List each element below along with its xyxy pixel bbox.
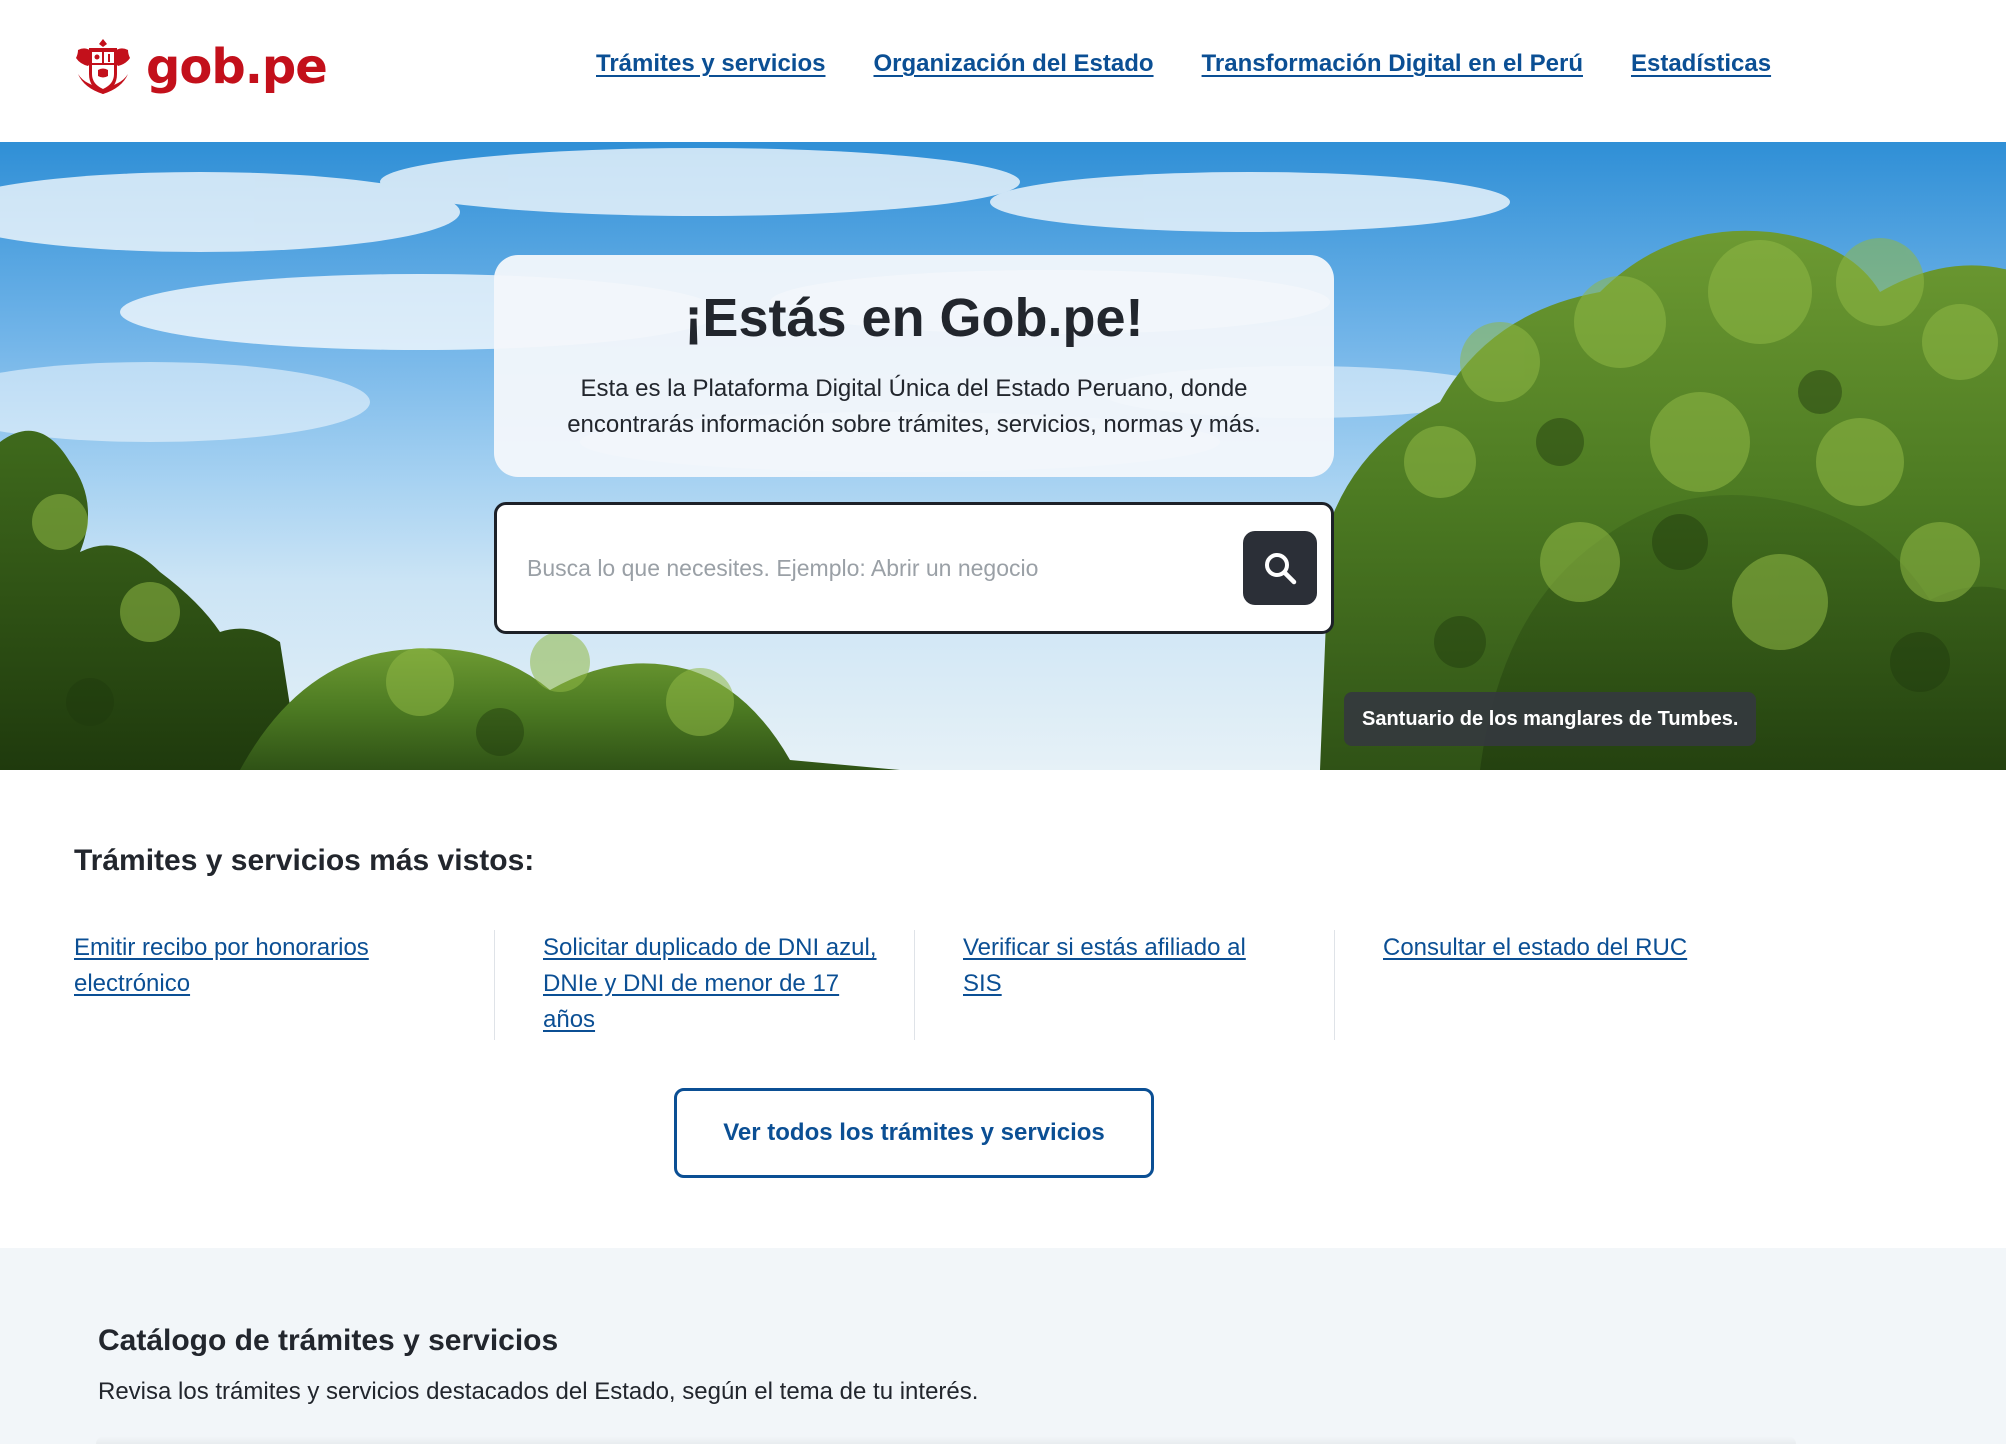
- catalog-title: Catálogo de trámites y servicios: [98, 1324, 559, 1357]
- logo-text: gob.pe: [146, 39, 328, 95]
- search-icon: [1265, 553, 1297, 585]
- list-divider: [494, 930, 495, 1040]
- welcome-card: ¡Estás en Gob.pe! Esta es la Plataforma …: [494, 255, 1334, 477]
- list-item: Emitir recibo por honorarios electrónico: [74, 930, 414, 1040]
- most-viewed-link-recibo-honorarios[interactable]: Emitir recibo por honorarios electrónico: [74, 934, 369, 997]
- list-divider: [914, 930, 915, 1040]
- most-viewed-link-duplicado-dni[interactable]: Solicitar duplicado de DNI azul, DNIe y …: [543, 934, 877, 1033]
- gob-pe-logo[interactable]: gob.pe: [72, 36, 328, 98]
- most-viewed-link-afiliado-sis[interactable]: Verificar si estás afiliado al SIS: [963, 934, 1246, 997]
- nav-tramites-servicios[interactable]: Trámites y servicios: [596, 50, 825, 78]
- catalog-card-edge: [96, 1436, 1796, 1444]
- search-button[interactable]: [1243, 531, 1317, 605]
- search-input[interactable]: [497, 505, 1243, 631]
- nav-transformacion-digital[interactable]: Transformación Digital en el Perú: [1202, 50, 1583, 78]
- site-header: gob.pe Trámites y servicios Organización…: [0, 0, 2006, 142]
- most-viewed-title: Trámites y servicios más vistos:: [74, 844, 535, 877]
- list-item: Verificar si estás afiliado al SIS: [963, 930, 1263, 1040]
- search-bar: [494, 502, 1334, 634]
- main-nav: Trámites y servicios Organización del Es…: [596, 50, 1771, 78]
- photo-caption: Santuario de los manglares de Tumbes.: [1344, 692, 1757, 746]
- list-item: Consultar el estado del RUC: [1383, 930, 1803, 1040]
- hero-banner: ¡Estás en Gob.pe! Esta es la Plataforma …: [0, 142, 2006, 770]
- see-all-services-button[interactable]: Ver todos los trámites y servicios: [674, 1088, 1154, 1178]
- nav-estadisticas[interactable]: Estadísticas: [1631, 50, 1771, 78]
- nav-organizacion-estado[interactable]: Organización del Estado: [873, 50, 1153, 78]
- catalog-section: Catálogo de trámites y servicios Revisa …: [0, 1248, 2006, 1444]
- most-viewed-list: Emitir recibo por honorarios electrónico…: [74, 930, 1934, 1040]
- hero-description: Esta es la Plataforma Digital Única del …: [567, 375, 1261, 438]
- peru-crest-icon: [76, 39, 130, 94]
- hero-title: ¡Estás en Gob.pe!: [684, 288, 1144, 348]
- list-item: Solicitar duplicado de DNI azul, DNIe y …: [543, 930, 883, 1040]
- most-viewed-link-estado-ruc[interactable]: Consultar el estado del RUC: [1383, 934, 1687, 961]
- catalog-description: Revisa los trámites y servicios destacad…: [98, 1378, 979, 1405]
- list-divider: [1334, 930, 1335, 1040]
